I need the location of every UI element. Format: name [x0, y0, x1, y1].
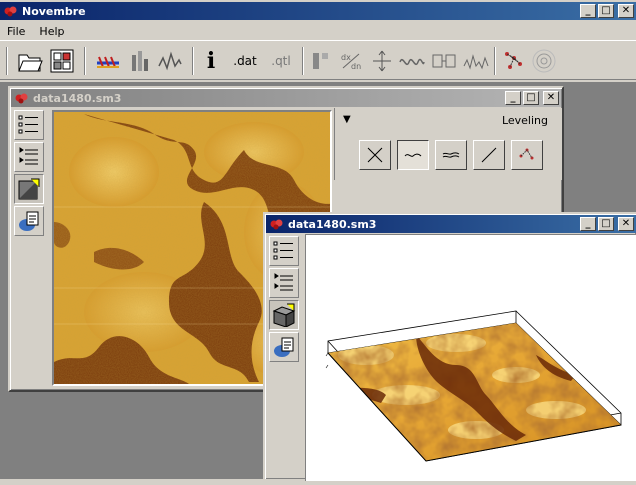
wave-filter-icon[interactable]	[398, 47, 426, 75]
window-2d-minimize-button[interactable]: _	[505, 91, 521, 105]
svg-text:dn: dn	[351, 62, 361, 71]
layers-icon[interactable]	[308, 47, 334, 75]
cross-icon	[367, 147, 383, 163]
window-2d-sidebar	[14, 110, 48, 238]
tree-list-icon[interactable]	[269, 268, 299, 298]
window-3d-minimize-button[interactable]: _	[580, 217, 596, 231]
svg-text:dx: dx	[341, 53, 351, 62]
window-3d-sidebar	[269, 236, 303, 364]
info-icon[interactable]: i	[200, 47, 222, 75]
toolbar-separator	[494, 47, 496, 75]
window-2d-title: data1480.sm3	[33, 91, 122, 105]
line-profile-icon[interactable]	[156, 47, 184, 75]
app-maximize-button[interactable]: □	[598, 4, 614, 18]
window-2d-close-button[interactable]: ✕	[543, 91, 559, 105]
tree-list-icon[interactable]	[14, 142, 44, 172]
toolbar-separator	[192, 47, 194, 75]
leveling-label: Leveling	[501, 114, 548, 127]
leveling-collapse-icon[interactable]: ▼	[343, 114, 351, 125]
main-toolbar: i .dat .qtl dx dn	[0, 40, 636, 80]
image-window-3d: data1480.sm3 _ □ ✕	[263, 212, 636, 481]
app-close-button[interactable]: ✕	[618, 4, 634, 18]
list-view-icon[interactable]	[269, 236, 299, 266]
menu-help[interactable]: Help	[32, 25, 71, 38]
points-icon	[519, 148, 534, 160]
leveling-plane-button[interactable]	[435, 140, 467, 170]
view-3d-canvas[interactable]	[305, 234, 636, 481]
histogram-tool-icon[interactable]	[126, 47, 154, 75]
notes-icon[interactable]	[269, 332, 299, 362]
export-dat-button[interactable]: .dat	[228, 47, 262, 75]
fft-rings-icon[interactable]	[530, 47, 558, 75]
scatter-points-icon[interactable]	[500, 47, 528, 75]
compare-icon[interactable]	[430, 47, 458, 75]
list-view-icon[interactable]	[14, 110, 44, 140]
double-wave-icon	[442, 152, 460, 158]
window-3d-titlebar[interactable]: data1480.sm3 _ □ ✕	[266, 215, 636, 233]
signal-icon[interactable]	[462, 47, 490, 75]
toolbar-separator	[84, 47, 86, 75]
leveling-none-button[interactable]	[359, 140, 391, 170]
app-titlebar[interactable]: Novembre _ □ ✕	[0, 2, 636, 20]
notes-icon[interactable]	[14, 206, 44, 236]
leveling-panel: ▼ Leveling	[334, 108, 562, 180]
toolbar-separator	[302, 47, 304, 75]
image-2d-view-icon[interactable]	[14, 174, 44, 204]
image-3d-view-icon[interactable]	[269, 300, 299, 330]
leveling-line-button[interactable]	[397, 140, 429, 170]
window-3d-maximize-button[interactable]: □	[598, 217, 614, 231]
app-logo-icon	[270, 219, 283, 230]
menu-bar: File Help	[0, 22, 636, 40]
leveling-points-button[interactable]	[511, 140, 543, 170]
profile-tool-icon[interactable]	[94, 47, 122, 75]
window-3d-title: data1480.sm3	[288, 217, 377, 231]
open-folder-icon[interactable]	[16, 47, 44, 75]
resize-arrows-icon[interactable]	[368, 47, 396, 75]
leveling-slope-button[interactable]	[473, 140, 505, 170]
export-qtl-button[interactable]: .qtl	[264, 47, 298, 75]
dx-dn-icon[interactable]: dx dn	[338, 47, 366, 75]
window-2d-titlebar[interactable]: data1480.sm3 _ □ ✕	[11, 89, 561, 107]
menu-file[interactable]: File	[0, 25, 32, 38]
app-minimize-button[interactable]: _	[580, 4, 596, 18]
grid-view-icon[interactable]	[48, 47, 76, 75]
tilde-icon	[404, 153, 422, 157]
slope-icon	[481, 147, 497, 163]
app-title: Novembre	[22, 4, 86, 18]
window-2d-maximize-button[interactable]: □	[523, 91, 539, 105]
app-logo-icon	[4, 6, 17, 17]
window-3d-close-button[interactable]: ✕	[618, 217, 634, 231]
surface-3d	[325, 310, 622, 462]
app-logo-icon	[15, 93, 28, 104]
toolbar-separator	[6, 47, 8, 75]
